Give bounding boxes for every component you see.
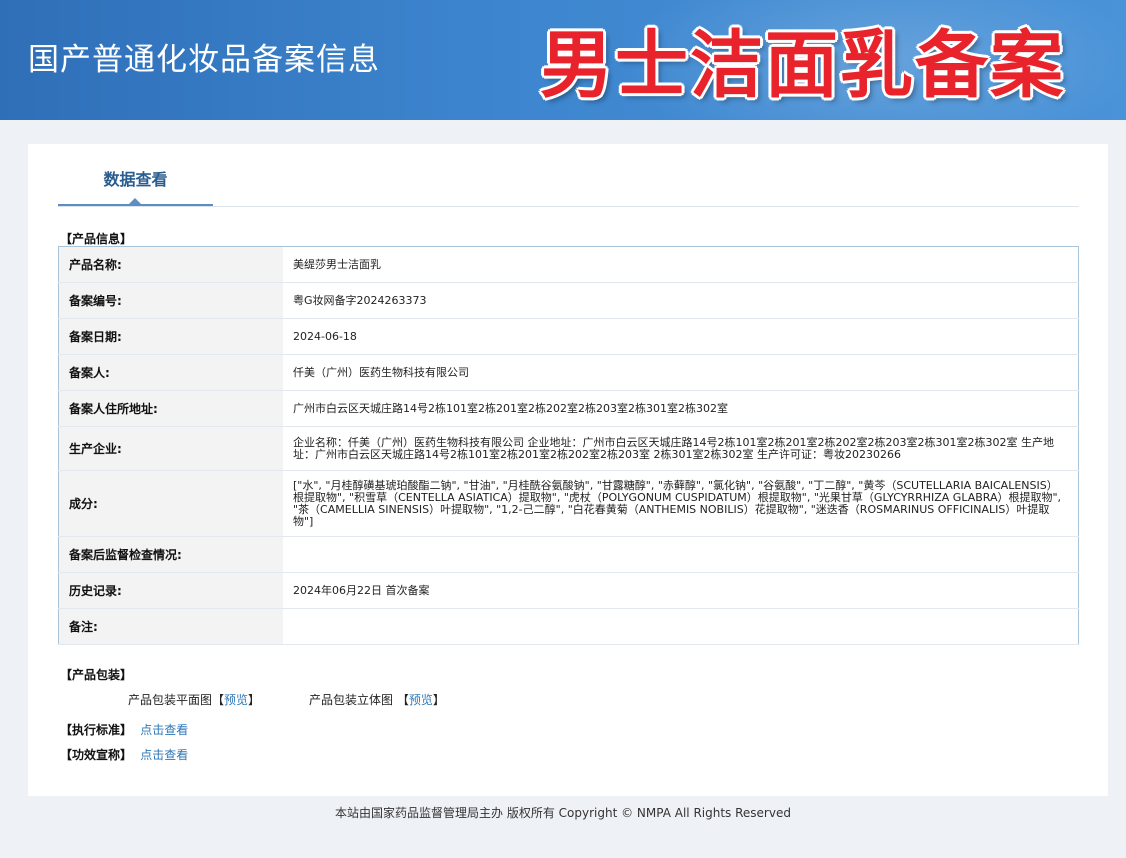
table-row: 备案人: 仟美（广州）医药生物科技有限公司 — [58, 354, 1079, 391]
row-label: 备案人: — [58, 354, 283, 391]
table-row: 成分: ["水", "月桂醇磺基琥珀酸酯二钠", "甘油", "月桂酰谷氨酸钠"… — [58, 470, 1079, 537]
row-label: 备案日期: — [58, 318, 283, 355]
row-label: 成分: — [58, 470, 283, 537]
package-stereo-preview-link[interactable]: 预览 — [409, 693, 433, 707]
tab-data-view[interactable]: 数据查看 — [58, 144, 213, 206]
row-label: 生产企业: — [58, 426, 283, 471]
efficacy-section-label: 【功效宣称】 — [60, 748, 133, 762]
row-label: 备案编号: — [58, 282, 283, 319]
row-value: 2024-06-18 — [283, 318, 1079, 355]
table-row: 备案日期: 2024-06-18 — [58, 318, 1079, 355]
standard-view-link[interactable]: 点击查看 — [140, 723, 188, 737]
close-bracket: 】 — [432, 693, 445, 707]
row-label: 备案人住所地址: — [58, 390, 283, 427]
row-label: 备注: — [58, 608, 283, 645]
table-row: 备注: — [58, 608, 1079, 645]
table-row: 历史记录: 2024年06月22日 首次备案 — [58, 572, 1079, 609]
package-flat-item: 产品包装平面图【预览】 — [128, 691, 260, 708]
open-bracket: 【 — [396, 693, 409, 707]
package-flat-label: 产品包装平面图 — [128, 693, 213, 707]
content-panel: 数据查看 【产品信息】 产品名称: 美缇莎男士洁面乳 备案编号: 粤G妆网备字2… — [28, 144, 1108, 796]
packaging-section-label: 【产品包装】 — [60, 668, 133, 682]
row-label: 备案后监督检查情况: — [58, 536, 283, 573]
standard-section: 【执行标准】 点击查看 — [60, 721, 188, 738]
row-value: 企业名称：仟美（广州）医药生物科技有限公司 企业地址：广州市白云区天城庄路14号… — [283, 426, 1079, 471]
site-title: 国产普通化妆品备案信息 — [28, 42, 380, 78]
row-value: 2024年06月22日 首次备案 — [283, 572, 1079, 609]
table-row: 备案后监督检查情况: — [58, 536, 1079, 573]
standard-section-label: 【执行标准】 — [60, 723, 133, 737]
product-info-section-label: 【产品信息】 — [60, 232, 133, 246]
row-value — [283, 608, 1079, 645]
open-bracket: 【 — [212, 693, 225, 707]
row-value: 粤G妆网备字2024263373 — [283, 282, 1079, 319]
tab-bar: 数据查看 — [58, 144, 1079, 207]
row-value: 仟美（广州）医药生物科技有限公司 — [283, 354, 1079, 391]
efficacy-view-link[interactable]: 点击查看 — [140, 748, 188, 762]
row-value: ["水", "月桂醇磺基琥珀酸酯二钠", "甘油", "月桂酰谷氨酸钠", "甘… — [283, 470, 1079, 537]
package-stereo-item: 产品包装立体图 【预览】 — [309, 691, 445, 708]
package-flat-preview-link[interactable]: 预览 — [224, 693, 248, 707]
product-info-table: 产品名称: 美缇莎男士洁面乳 备案编号: 粤G妆网备字2024263373 备案… — [58, 246, 1079, 645]
row-value: 广州市白云区天城庄路14号2栋101室2栋201室2栋202室2栋203室2栋3… — [283, 390, 1079, 427]
banner-title: 男士洁面乳备案 — [540, 23, 1065, 108]
close-bracket: 】 — [248, 693, 261, 707]
table-row: 产品名称: 美缇莎男士洁面乳 — [58, 246, 1079, 283]
package-stereo-label: 产品包装立体图 — [309, 693, 394, 707]
table-row: 生产企业: 企业名称：仟美（广州）医药生物科技有限公司 企业地址：广州市白云区天… — [58, 426, 1079, 471]
row-value — [283, 536, 1079, 573]
table-row: 备案编号: 粤G妆网备字2024263373 — [58, 282, 1079, 319]
page-footer: 本站由国家药品监督管理局主办 版权所有 Copyright © NMPA All… — [335, 806, 791, 820]
row-label: 历史记录: — [58, 572, 283, 609]
tab-active-caret-icon — [129, 198, 141, 204]
efficacy-section: 【功效宣称】 点击查看 — [60, 746, 188, 763]
row-value: 美缇莎男士洁面乳 — [283, 246, 1079, 283]
table-row: 备案人住所地址: 广州市白云区天城庄路14号2栋101室2栋201室2栋202室… — [58, 390, 1079, 427]
row-label: 产品名称: — [58, 246, 283, 283]
page-header: 国产普通化妆品备案信息 男士洁面乳备案 — [0, 0, 1126, 120]
